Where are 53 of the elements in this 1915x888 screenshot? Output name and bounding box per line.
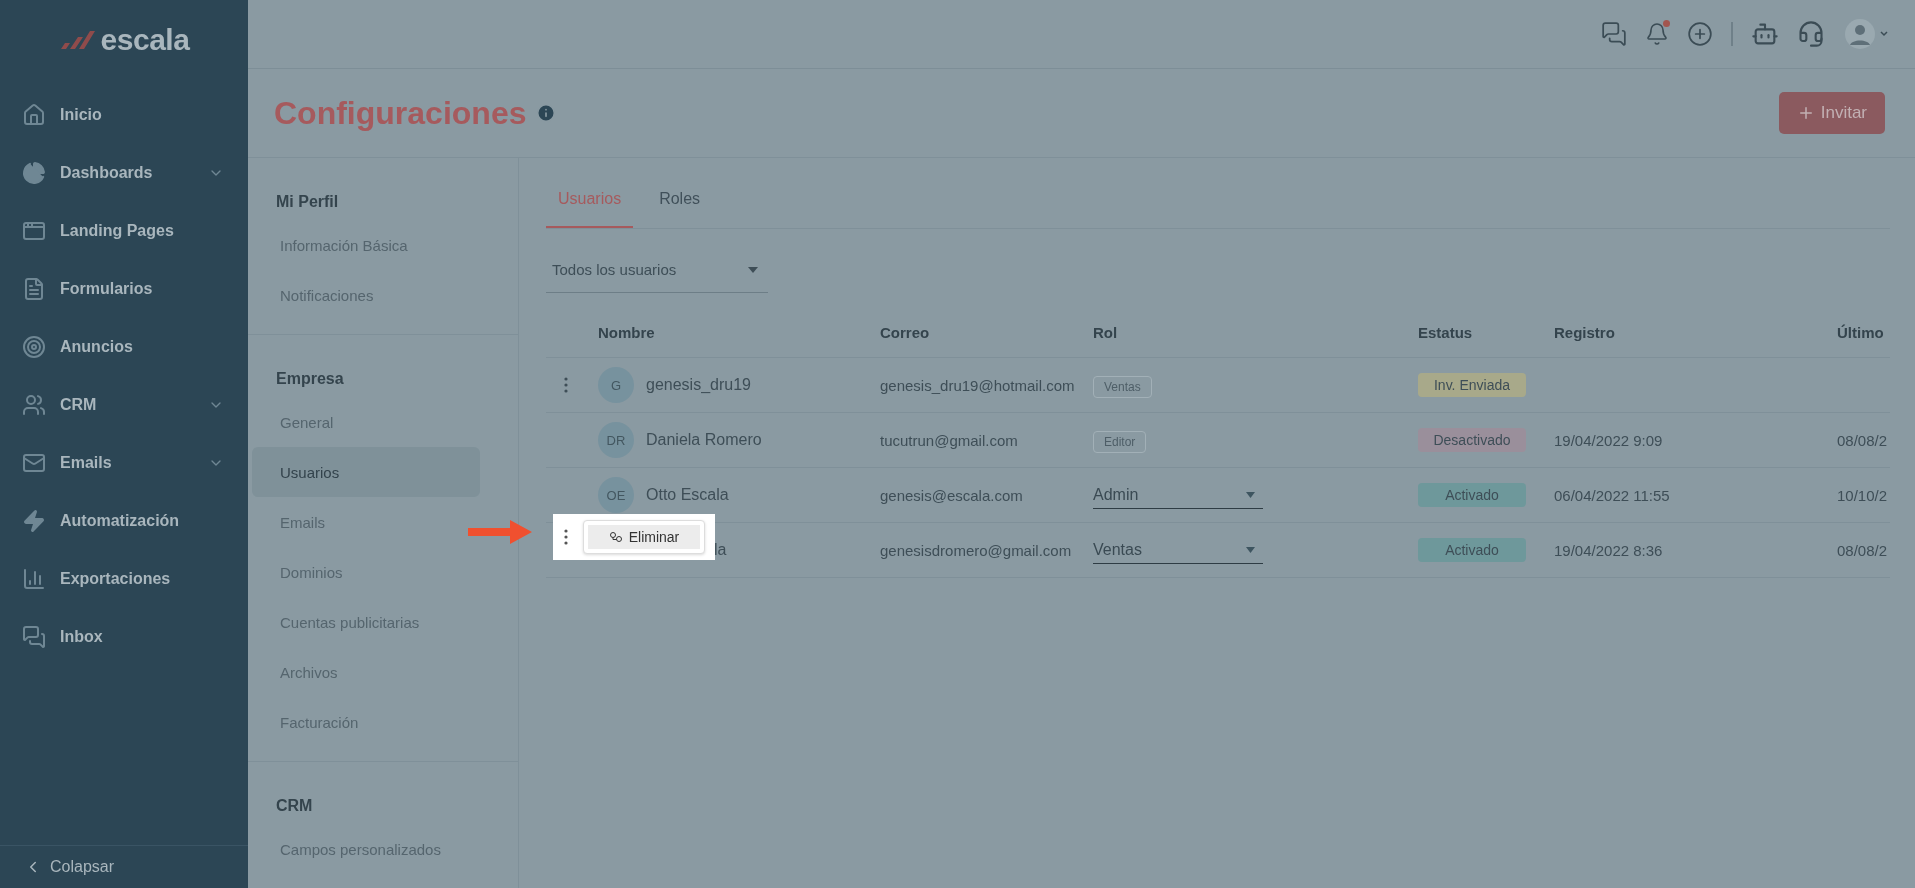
date-cell-text: 08/08/2	[1836, 431, 1889, 449]
user-avatar: OE	[598, 477, 634, 513]
email-cell-text: genesis_dru19@hotmail.com	[879, 376, 1076, 394]
logo: escala	[100, 23, 190, 57]
column-header: Registro	[1553, 323, 1616, 341]
column-header: Estatus	[1417, 323, 1474, 341]
user-avatar: DR	[598, 422, 634, 458]
settings-item[interactable]: Usuarios	[252, 447, 480, 497]
delete-menu-item[interactable]: Eliminar	[588, 525, 700, 549]
status-badge: Activado	[1418, 483, 1526, 507]
email-cell-text: genesisdromero@gmail.com	[879, 541, 1073, 559]
status-badge: Activado	[1418, 538, 1526, 562]
nav-item[interactable]: Automatización	[0, 492, 248, 550]
nav-item[interactable]: Anuncios	[0, 318, 248, 376]
tab[interactable]: Usuarios	[546, 176, 634, 228]
role-tag: Editor	[1093, 430, 1147, 453]
email-cell-text: genesis@escala.com	[879, 486, 1024, 504]
status-badge: Desactivado	[1418, 428, 1526, 452]
date-cell-text: 19/04/2022 9:09	[1553, 431, 1664, 449]
collapse-button[interactable]: Colapsar	[0, 845, 248, 888]
date-cell-text: 06/04/2022 11:55	[1553, 486, 1671, 504]
user-name: Otto Escala	[646, 486, 729, 504]
user-avatar: G	[598, 367, 634, 403]
nav-item[interactable]: Formularios	[0, 260, 248, 318]
nav-item[interactable]: Exportaciones	[0, 550, 248, 608]
invite-button[interactable]: Invitar	[1778, 92, 1885, 134]
email-cell-text: tucutrun@gmail.com	[879, 431, 1019, 449]
nav-item[interactable]: Emails	[0, 434, 248, 492]
nav-item[interactable]: Inbox	[0, 608, 248, 666]
column-header: Rol	[1092, 323, 1119, 341]
section-heading: CRM	[275, 796, 314, 816]
nav-item[interactable]: Landing Pages	[0, 202, 248, 260]
user-name: Daniela Romero	[646, 431, 762, 449]
section-heading: Empresa	[275, 369, 345, 389]
section-heading: Mi Perfil	[275, 192, 340, 212]
column-header: Nombre	[597, 323, 656, 341]
tab[interactable]: Roles	[647, 176, 713, 228]
page-title: Configuraciones	[274, 94, 527, 132]
user-filter-dropdown[interactable]: Todos los usuarios	[546, 247, 768, 293]
status-badge: Inv. Enviada	[1418, 373, 1526, 397]
user-name: la	[714, 541, 727, 559]
user-name: genesis_dru19	[646, 376, 751, 394]
nav-item[interactable]: Dashboards	[0, 144, 248, 202]
role-select[interactable]: Admin	[1093, 481, 1263, 509]
date-cell-text: 19/04/2022 8:36	[1553, 541, 1664, 559]
date-cell-text: 10/10/2	[1836, 486, 1889, 504]
role-tag: Ventas	[1093, 375, 1152, 398]
role-select[interactable]: Ventas	[1093, 536, 1263, 564]
column-header: Correo	[879, 323, 931, 341]
column-header: Último	[1836, 323, 1885, 341]
nav-item[interactable]: Inicio	[0, 86, 248, 144]
nav-item[interactable]: CRM	[0, 376, 248, 434]
date-cell-text: 08/08/2	[1836, 541, 1889, 559]
